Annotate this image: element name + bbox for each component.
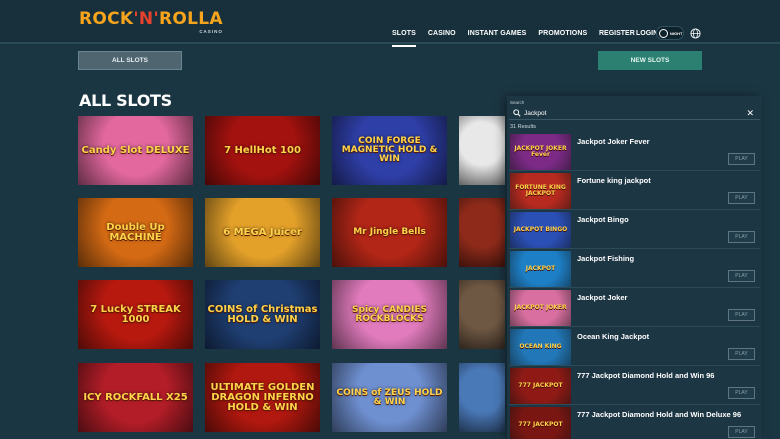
nav-casino[interactable]: CASINO: [428, 29, 456, 47]
result-title[interactable]: Fortune king jackpot: [577, 176, 651, 185]
game-tile-art-text: COINS of ZEUS HOLD & WIN: [336, 387, 443, 407]
play-button[interactable]: PLAY: [728, 309, 755, 321]
play-button[interactable]: PLAY: [728, 153, 755, 165]
game-tile-art-text: ICY ROCKFALL X25: [83, 391, 188, 403]
result-thumbnail[interactable]: OCEAN KING: [510, 329, 571, 365]
search-result-item[interactable]: FORTUNE KING JACKPOT Fortune king jackpot…: [509, 172, 760, 210]
result-thumbnail-art-text: JACKPOT BINGO: [513, 226, 568, 233]
result-title[interactable]: Jackpot Bingo: [577, 215, 629, 224]
section-title: ALL SLOTS: [79, 91, 172, 110]
game-tile-art-text: Candy Slot DELUXE: [81, 144, 190, 156]
result-thumbnail[interactable]: JACKPOT: [510, 251, 571, 287]
result-thumbnail[interactable]: JACKPOT JOKER Fever: [510, 134, 571, 170]
result-thumbnail[interactable]: JACKPOT BINGO: [510, 212, 571, 248]
logo-subtitle: CASINO: [199, 29, 223, 34]
close-icon[interactable]: ✕: [746, 108, 754, 118]
game-tile-art-text: [480, 313, 484, 317]
game-tile-art-text: COINS of Christmas HOLD & WIN: [207, 303, 318, 325]
game-tile[interactable]: [459, 116, 505, 185]
toggle-knob: [659, 28, 668, 38]
game-tile[interactable]: [459, 280, 505, 349]
results-count: 31 Results: [510, 124, 536, 130]
result-thumbnail-art-text: JACKPOT: [525, 265, 556, 272]
game-tile-art-text: [480, 231, 484, 235]
search-panel: Search ✕ 31 Results JACKPOT JOKER FeverJ…: [507, 96, 762, 439]
site-logo[interactable]: ROCK'N'ROLLA CASINO: [79, 9, 223, 35]
game-tile[interactable]: ULTIMATE GOLDEN DRAGON INFERNO HOLD & WI…: [205, 363, 320, 432]
search-icon: [513, 109, 521, 117]
result-thumbnail[interactable]: 777 JACKPOT: [510, 368, 571, 404]
result-title[interactable]: 777 Jackpot Diamond Hold and Win Deluxe …: [577, 410, 741, 419]
search-result-item[interactable]: OCEAN KING Ocean King Jackpot PLAY: [509, 328, 760, 366]
play-button[interactable]: PLAY: [728, 270, 755, 282]
play-button[interactable]: PLAY: [728, 231, 755, 243]
result-title[interactable]: Jackpot Joker Fever: [577, 137, 650, 146]
search-result-item[interactable]: JACKPOT JOKER Fever Jackpot Joker Fever PL…: [509, 133, 760, 171]
all-slots-button[interactable]: ALL SLOTS: [78, 51, 182, 70]
result-thumbnail-art-text: JACKPOT JOKER Fever: [514, 145, 567, 158]
result-thumbnail-art-text: 777 JACKPOT: [518, 421, 563, 428]
nav-instant-games[interactable]: INSTANT GAMES: [468, 29, 527, 47]
game-tile-art-text: COIN FORGE MAGNETIC HOLD & WIN: [341, 136, 438, 164]
new-slots-button[interactable]: NEW SLOTS: [598, 51, 702, 70]
result-thumbnail[interactable]: FORTUNE KING JACKPOT: [510, 173, 571, 209]
result-title[interactable]: Jackpot Fishing: [577, 254, 634, 263]
game-tile-art-text: Mr Jingle Bells: [353, 227, 426, 237]
game-tile[interactable]: COIN FORGE MAGNETIC HOLD & WIN: [332, 116, 447, 185]
play-button[interactable]: PLAY: [728, 426, 755, 438]
game-tile-art-text: Spicy CANDIES ROCKBLOCKS: [352, 304, 427, 324]
result-title[interactable]: Jackpot Joker: [577, 293, 627, 302]
play-button[interactable]: PLAY: [728, 387, 755, 399]
play-button[interactable]: PLAY: [728, 192, 755, 204]
game-tile[interactable]: Double Up MACHINE: [78, 198, 193, 267]
game-tile[interactable]: Candy Slot DELUXE: [78, 116, 193, 185]
result-title[interactable]: 777 Jackpot Diamond Hold and Win 96: [577, 371, 714, 380]
result-thumbnail[interactable]: 777 JACKPOT: [510, 407, 571, 439]
login-link[interactable]: LOGIN: [636, 29, 658, 38]
result-thumbnail-art-text: 777 JACKPOT: [518, 382, 563, 389]
night-mode-label: NIGHT: [670, 31, 683, 36]
game-tile[interactable]: Spicy CANDIES ROCKBLOCKS: [332, 280, 447, 349]
register-link[interactable]: REGISTER: [599, 29, 635, 38]
search-result-item[interactable]: 777 JACKPOT 777 Jackpot Diamond Hold and …: [509, 367, 760, 405]
game-tile[interactable]: [459, 363, 505, 432]
game-tile[interactable]: COINS of ZEUS HOLD & WIN: [332, 363, 447, 432]
game-tile[interactable]: ICY ROCKFALL X25: [78, 363, 193, 432]
game-tile-art-text: ULTIMATE GOLDEN DRAGON INFERNO HOLD & WI…: [210, 381, 315, 413]
search-result-item[interactable]: JACKPOT JOKER Jackpot Joker PLAY: [509, 289, 760, 327]
search-result-item[interactable]: JACKPOT Jackpot Fishing PLAY: [509, 250, 760, 288]
result-thumbnail-art-text: OCEAN KING: [519, 343, 562, 350]
search-label: Search: [510, 100, 525, 105]
play-button[interactable]: PLAY: [728, 348, 755, 360]
nav-promotions[interactable]: PROMOTIONS: [538, 29, 587, 47]
result-thumbnail-art-text: JACKPOT JOKER: [514, 304, 567, 311]
result-title[interactable]: Ocean King Jackpot: [577, 332, 649, 341]
game-tile[interactable]: 7 HellHot 100: [205, 116, 320, 185]
night-mode-toggle[interactable]: NIGHT: [656, 26, 684, 40]
game-tile-art-text: [480, 149, 484, 153]
game-tile[interactable]: Mr Jingle Bells: [332, 198, 447, 267]
search-result-item[interactable]: 777 JACKPOT 777 Jackpot Diamond Hold and …: [509, 406, 760, 439]
game-tile[interactable]: 6 MEGA Juicer: [205, 198, 320, 267]
game-tile[interactable]: 7 Lucky STREAK 1000: [78, 280, 193, 349]
result-thumbnail-art-text: FORTUNE KING JACKPOT: [515, 184, 566, 197]
search-input[interactable]: [524, 108, 734, 119]
game-tile-art-text: [480, 396, 484, 400]
search-box: ✕: [509, 107, 760, 120]
game-tile-art-text: 7 Lucky STREAK 1000: [90, 303, 181, 325]
search-result-item[interactable]: JACKPOT BINGO Jackpot Bingo PLAY: [509, 211, 760, 249]
game-tile[interactable]: COINS of Christmas HOLD & WIN: [205, 280, 320, 349]
logo-wordmark: ROCK'N'ROLLA: [79, 9, 223, 29]
game-tile-art-text: 6 MEGA Juicer: [223, 226, 302, 238]
game-tile-art-text: Double Up MACHINE: [106, 221, 165, 243]
game-tile-art-text: 7 HellHot 100: [224, 144, 301, 156]
result-thumbnail[interactable]: JACKPOT JOKER: [510, 290, 571, 326]
globe-icon[interactable]: [690, 28, 701, 39]
nav-slots[interactable]: SLOTS: [392, 29, 416, 47]
top-header: ROCK'N'ROLLA CASINO SLOTS CASINO INSTANT…: [0, 0, 780, 47]
main-nav: SLOTS CASINO INSTANT GAMES PROMOTIONS: [392, 29, 599, 47]
game-tile[interactable]: [459, 198, 505, 267]
